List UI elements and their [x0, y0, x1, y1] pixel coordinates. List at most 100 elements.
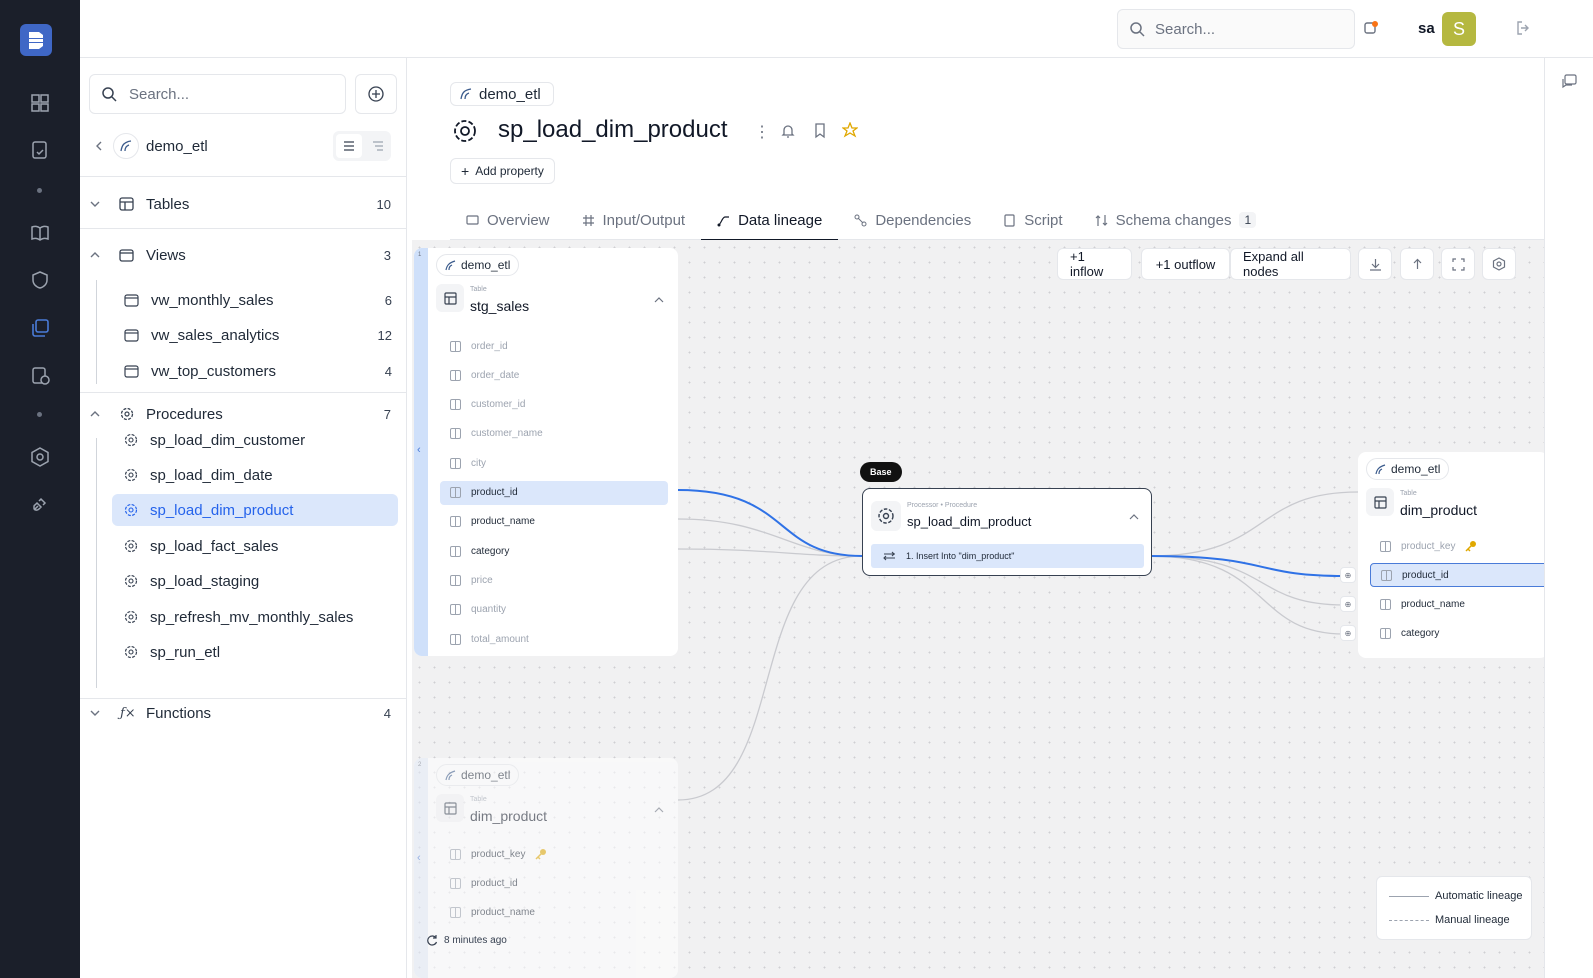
app-logo-icon[interactable] — [20, 24, 52, 56]
procedure-item[interactable]: sp_run_etl — [112, 636, 398, 668]
procedure-item[interactable]: sp_load_dim_product — [112, 494, 398, 526]
collapse-left-icon[interactable]: ‹ — [417, 444, 421, 456]
tab-overview[interactable]: Overview — [450, 200, 566, 240]
checklist-icon[interactable] — [26, 136, 54, 164]
key-icon — [1465, 541, 1477, 552]
column-row[interactable]: product_id — [440, 871, 668, 895]
clipboard-clock-icon[interactable] — [26, 361, 54, 389]
column-row[interactable]: price — [440, 568, 668, 592]
column-row[interactable]: customer_id — [440, 393, 668, 417]
plug-icon[interactable] — [26, 490, 54, 518]
avatar[interactable]: S — [1442, 12, 1476, 46]
outflow-button[interactable]: +1 outflow — [1141, 248, 1230, 280]
tab-input-output[interactable]: Input/Output — [566, 200, 702, 240]
inflow-button[interactable]: +1 inflow — [1057, 248, 1132, 280]
lineage-canvas[interactable]: +1 inflow +1 outflow Expand all nodes 1 … — [412, 240, 1544, 978]
tab-schema-changes[interactable]: Schema changes 1 — [1079, 200, 1273, 240]
tab-script[interactable]: Script — [987, 200, 1078, 240]
edge-dim-product-in — [677, 555, 863, 801]
star-icon[interactable] — [842, 122, 858, 138]
column-row[interactable]: product_name — [1370, 592, 1544, 616]
view-count: 4 — [384, 363, 392, 379]
settings-hex-icon[interactable] — [26, 443, 54, 471]
global-search-input[interactable]: Search... — [1117, 9, 1355, 49]
column-link-handle[interactable]: ⊕ — [1340, 596, 1356, 612]
swap-icon — [883, 551, 895, 561]
chevron-up-icon[interactable] — [654, 806, 664, 814]
notification-icon[interactable] — [1363, 20, 1379, 36]
logout-icon[interactable] — [1515, 20, 1531, 41]
bookmark-icon[interactable] — [813, 123, 827, 139]
statement-row[interactable]: 1. Insert Into "dim_product" — [871, 544, 1144, 568]
procedure-item[interactable]: sp_load_fact_sales — [112, 530, 398, 562]
objects-icon[interactable] — [26, 314, 54, 342]
column-row[interactable]: quantity — [440, 598, 668, 622]
bell-icon[interactable] — [781, 124, 795, 138]
column-row[interactable]: product_name — [440, 510, 668, 534]
column-link-handle[interactable]: ⊕ — [1340, 625, 1356, 641]
view-icon — [124, 328, 139, 342]
dashboard-icon[interactable] — [26, 89, 54, 117]
view-item[interactable]: vw_sales_analytics 12 — [112, 319, 398, 351]
add-object-button[interactable] — [355, 74, 397, 114]
column-icon — [450, 848, 461, 860]
procedure-item[interactable]: sp_refresh_mv_monthly_sales — [112, 601, 398, 633]
section-label: Procedures — [146, 405, 223, 423]
column-link-handle[interactable]: ⊕ — [1340, 567, 1356, 583]
column-row[interactable]: category — [1370, 621, 1544, 645]
expand-all-button[interactable]: Expand all nodes — [1230, 248, 1351, 280]
node-stg-sales[interactable]: 1 ‹ demo_etl Table stg_sales order_id ord… — [414, 248, 678, 656]
column-row[interactable]: order_id — [440, 334, 668, 358]
column-row[interactable]: product_name — [440, 900, 668, 924]
procedure-item[interactable]: sp_load_dim_customer — [112, 424, 398, 456]
column-row[interactable]: customer_name — [440, 422, 668, 446]
divider — [80, 176, 407, 177]
view-item[interactable]: vw_top_customers 4 — [112, 355, 398, 387]
tab-bar: Overview Input/Output Data lineage Depen… — [450, 200, 1273, 241]
column-icon — [1381, 569, 1392, 581]
comments-icon[interactable] — [1561, 74, 1577, 90]
chevron-up-icon[interactable] — [654, 296, 664, 304]
explorer-search-input[interactable]: Search... — [89, 74, 346, 114]
chevron-up-icon[interactable] — [1129, 513, 1139, 521]
edge-out-category — [1149, 555, 1345, 635]
column-row[interactable]: product_id — [440, 480, 668, 505]
download-button[interactable] — [1358, 248, 1392, 280]
share-button[interactable] — [1400, 248, 1434, 280]
tab-label: Schema changes — [1115, 211, 1232, 229]
section-tables[interactable]: Tables 10 — [80, 191, 407, 217]
tree-view-button[interactable] — [368, 134, 388, 158]
column-row[interactable]: product_key — [440, 842, 668, 866]
procedure-item[interactable]: sp_load_staging — [112, 565, 398, 597]
column-row[interactable]: order_date — [440, 363, 668, 387]
column-row[interactable]: category — [440, 539, 668, 563]
database-row[interactable]: demo_etl — [80, 130, 407, 162]
collapse-left-icon[interactable]: ‹ — [417, 852, 421, 864]
procedure-item[interactable]: sp_load_dim_date — [112, 459, 398, 491]
node-base-procedure[interactable]: Processor • Procedure sp_load_dim_produc… — [862, 488, 1152, 576]
add-property-button[interactable]: + Add property — [450, 158, 555, 184]
node-handle[interactable]: 1 ‹ — [414, 248, 428, 656]
column-icon — [450, 428, 461, 440]
fullscreen-button[interactable] — [1441, 248, 1475, 280]
column-row[interactable]: total_amount — [440, 627, 668, 651]
settings-button[interactable] — [1482, 248, 1516, 280]
shield-star-icon[interactable] — [26, 266, 54, 294]
outflow-label: +1 outflow — [1155, 256, 1216, 272]
list-view-button[interactable] — [336, 134, 362, 158]
node-dim-product-out[interactable]: demo_etl Table dim_product product_key pr… — [1340, 452, 1544, 658]
section-views[interactable]: Views 3 — [80, 242, 407, 268]
section-functions[interactable]: ƒ× Functions 4 — [80, 700, 407, 726]
tab-data-lineage[interactable]: Data lineage — [701, 200, 839, 241]
column-row[interactable]: product_id — [1370, 563, 1544, 587]
book-icon[interactable] — [26, 219, 54, 247]
refresh-icon[interactable] — [426, 934, 438, 946]
more-menu-icon[interactable]: ⋮ — [754, 122, 770, 142]
chevron-left-icon[interactable] — [94, 141, 104, 151]
column-icon — [450, 604, 461, 616]
view-item[interactable]: vw_monthly_sales 6 — [112, 284, 398, 316]
column-row[interactable]: city — [440, 451, 668, 475]
tab-dependencies[interactable]: Dependencies — [838, 200, 987, 240]
breadcrumb[interactable]: demo_etl — [450, 82, 554, 106]
column-row[interactable]: product_key — [1370, 534, 1544, 558]
